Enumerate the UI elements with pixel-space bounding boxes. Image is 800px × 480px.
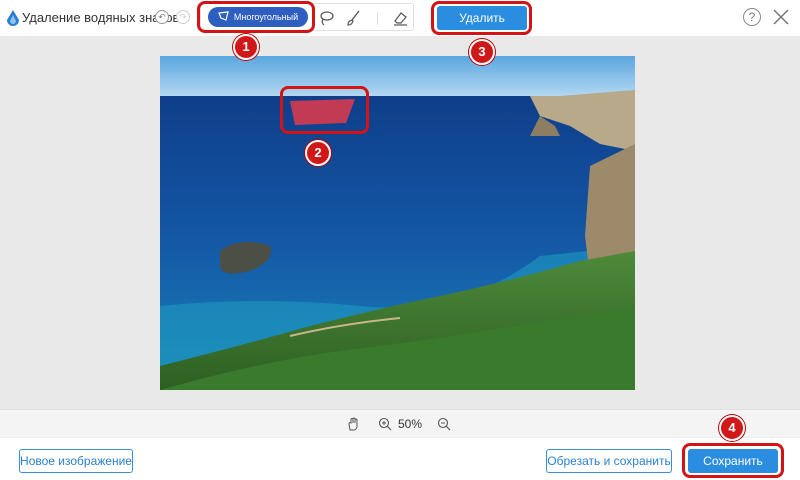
app-logo-icon bbox=[7, 10, 19, 26]
workspace bbox=[0, 36, 800, 409]
zoom-in-icon[interactable] bbox=[378, 417, 392, 431]
hand-icon[interactable] bbox=[346, 417, 360, 431]
step-badge-2: 2 bbox=[305, 140, 331, 166]
top-bar: Удаление водяных знаков ↶ ↷ Многоугольны… bbox=[0, 0, 800, 36]
highlight-remove bbox=[431, 1, 532, 35]
new-image-button[interactable]: Новое изображение bbox=[19, 449, 133, 473]
close-icon[interactable] bbox=[772, 8, 790, 26]
photo-canvas[interactable] bbox=[160, 56, 635, 390]
step-badge-3: 3 bbox=[469, 39, 495, 65]
step-badge-4: 4 bbox=[719, 415, 745, 441]
tool-divider bbox=[377, 12, 378, 25]
undo-icon[interactable]: ↶ bbox=[155, 10, 169, 24]
zoom-out-icon[interactable] bbox=[437, 417, 451, 431]
highlight-save bbox=[682, 443, 784, 478]
help-icon[interactable]: ? bbox=[743, 8, 761, 26]
step-badge-1: 1 bbox=[233, 34, 259, 60]
lasso-icon[interactable] bbox=[317, 9, 335, 27]
brush-icon[interactable] bbox=[345, 9, 363, 27]
redo-icon[interactable]: ↷ bbox=[176, 10, 190, 24]
eraser-icon[interactable] bbox=[391, 9, 409, 27]
zoom-bar: 50% bbox=[0, 409, 800, 438]
highlight-tool bbox=[197, 1, 315, 33]
highlight-selection bbox=[280, 86, 369, 134]
crop-save-button[interactable]: Обрезать и сохранить bbox=[546, 449, 672, 473]
zoom-level: 50% bbox=[398, 417, 423, 431]
bottom-bar: Новое изображение Обрезать и сохранить С… bbox=[0, 437, 800, 480]
